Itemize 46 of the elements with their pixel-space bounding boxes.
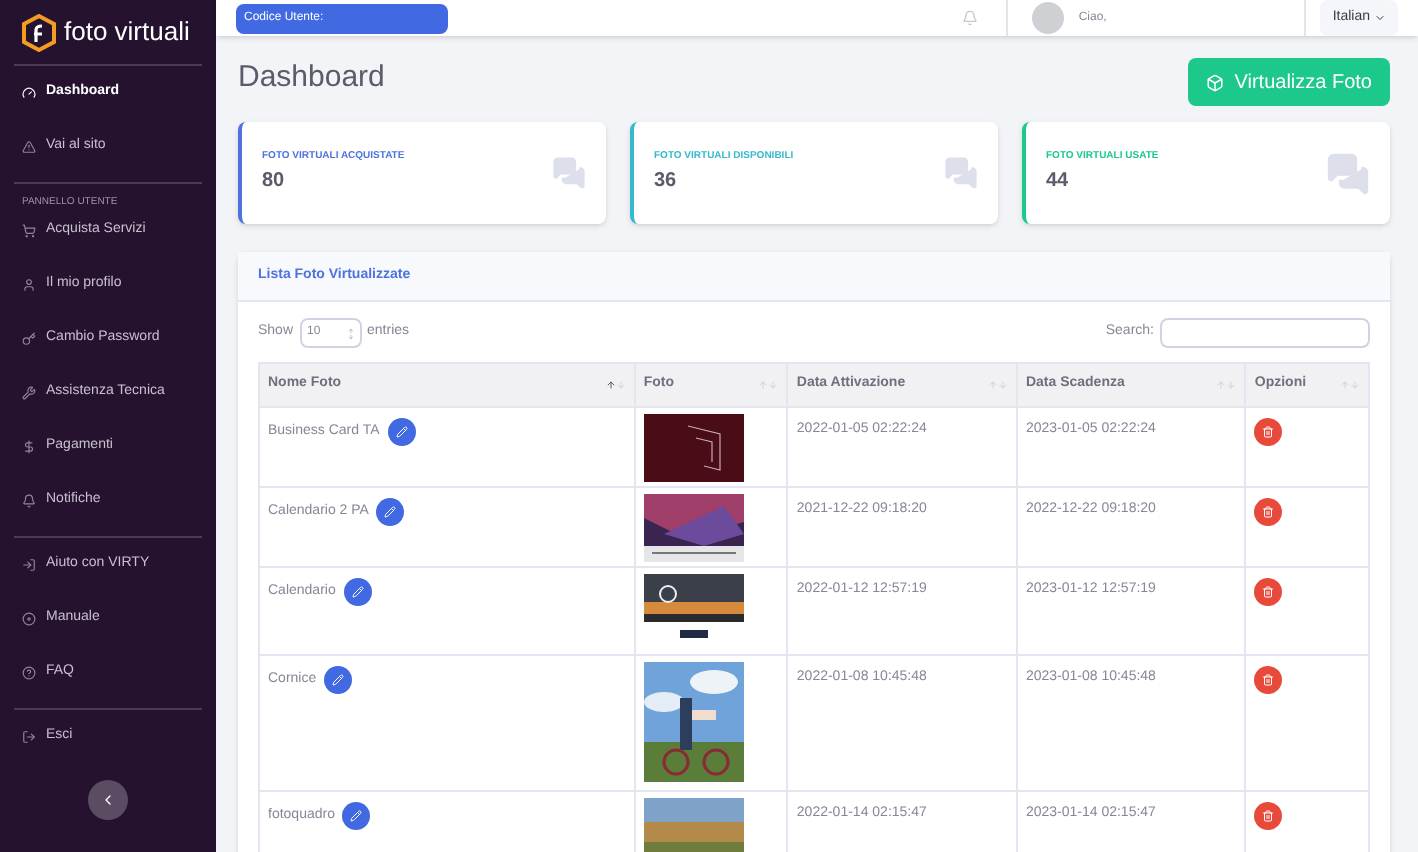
warning-icon [22,140,36,154]
brand-name: foto virtuali [64,14,190,51]
dashboard-icon [22,86,36,100]
edit-button[interactable] [387,418,416,446]
page-title: Dashboard [238,62,385,92]
bell-icon [22,493,36,507]
chevron-left-icon [100,791,116,807]
pencil-icon [351,586,364,598]
delete-button[interactable] [1254,498,1283,526]
pencil-icon [384,506,397,518]
collapse-button[interactable] [88,779,128,819]
stat-value: 36 [654,167,679,196]
user-icon [22,277,36,291]
logo-icon [22,13,56,51]
comments-icon [1326,151,1370,195]
cube-icon [1206,73,1225,91]
cart-icon [22,223,36,237]
trash-icon [1262,674,1275,686]
trash-icon [1262,810,1275,822]
delete-button[interactable] [1254,666,1283,694]
edit-button[interactable] [343,578,372,606]
sign-out-icon [22,729,36,743]
pencil-icon [395,426,408,438]
edit-button[interactable] [342,802,371,830]
delete-button[interactable] [1254,802,1283,830]
comments-icon [944,156,978,190]
pencil-icon [332,674,345,686]
dollar-icon [22,439,36,453]
edit-button[interactable] [376,498,405,526]
wrench-icon [22,385,36,399]
trash-icon [1262,586,1275,598]
trash-icon [1262,506,1275,518]
stat-value: 80 [262,167,287,196]
key-icon [22,331,36,345]
delete-button[interactable] [1254,418,1283,446]
disc-icon [22,611,36,625]
trash-icon [1262,426,1275,438]
help-icon [22,665,36,679]
edit-button[interactable] [324,666,353,694]
comments-icon [552,156,586,190]
caret-icon [1374,12,1386,24]
stat-value: 44 [1046,167,1071,196]
sign-in-icon [22,557,36,571]
pencil-icon [350,810,363,822]
search-field[interactable] [1160,318,1370,348]
delete-button[interactable] [1254,578,1283,606]
